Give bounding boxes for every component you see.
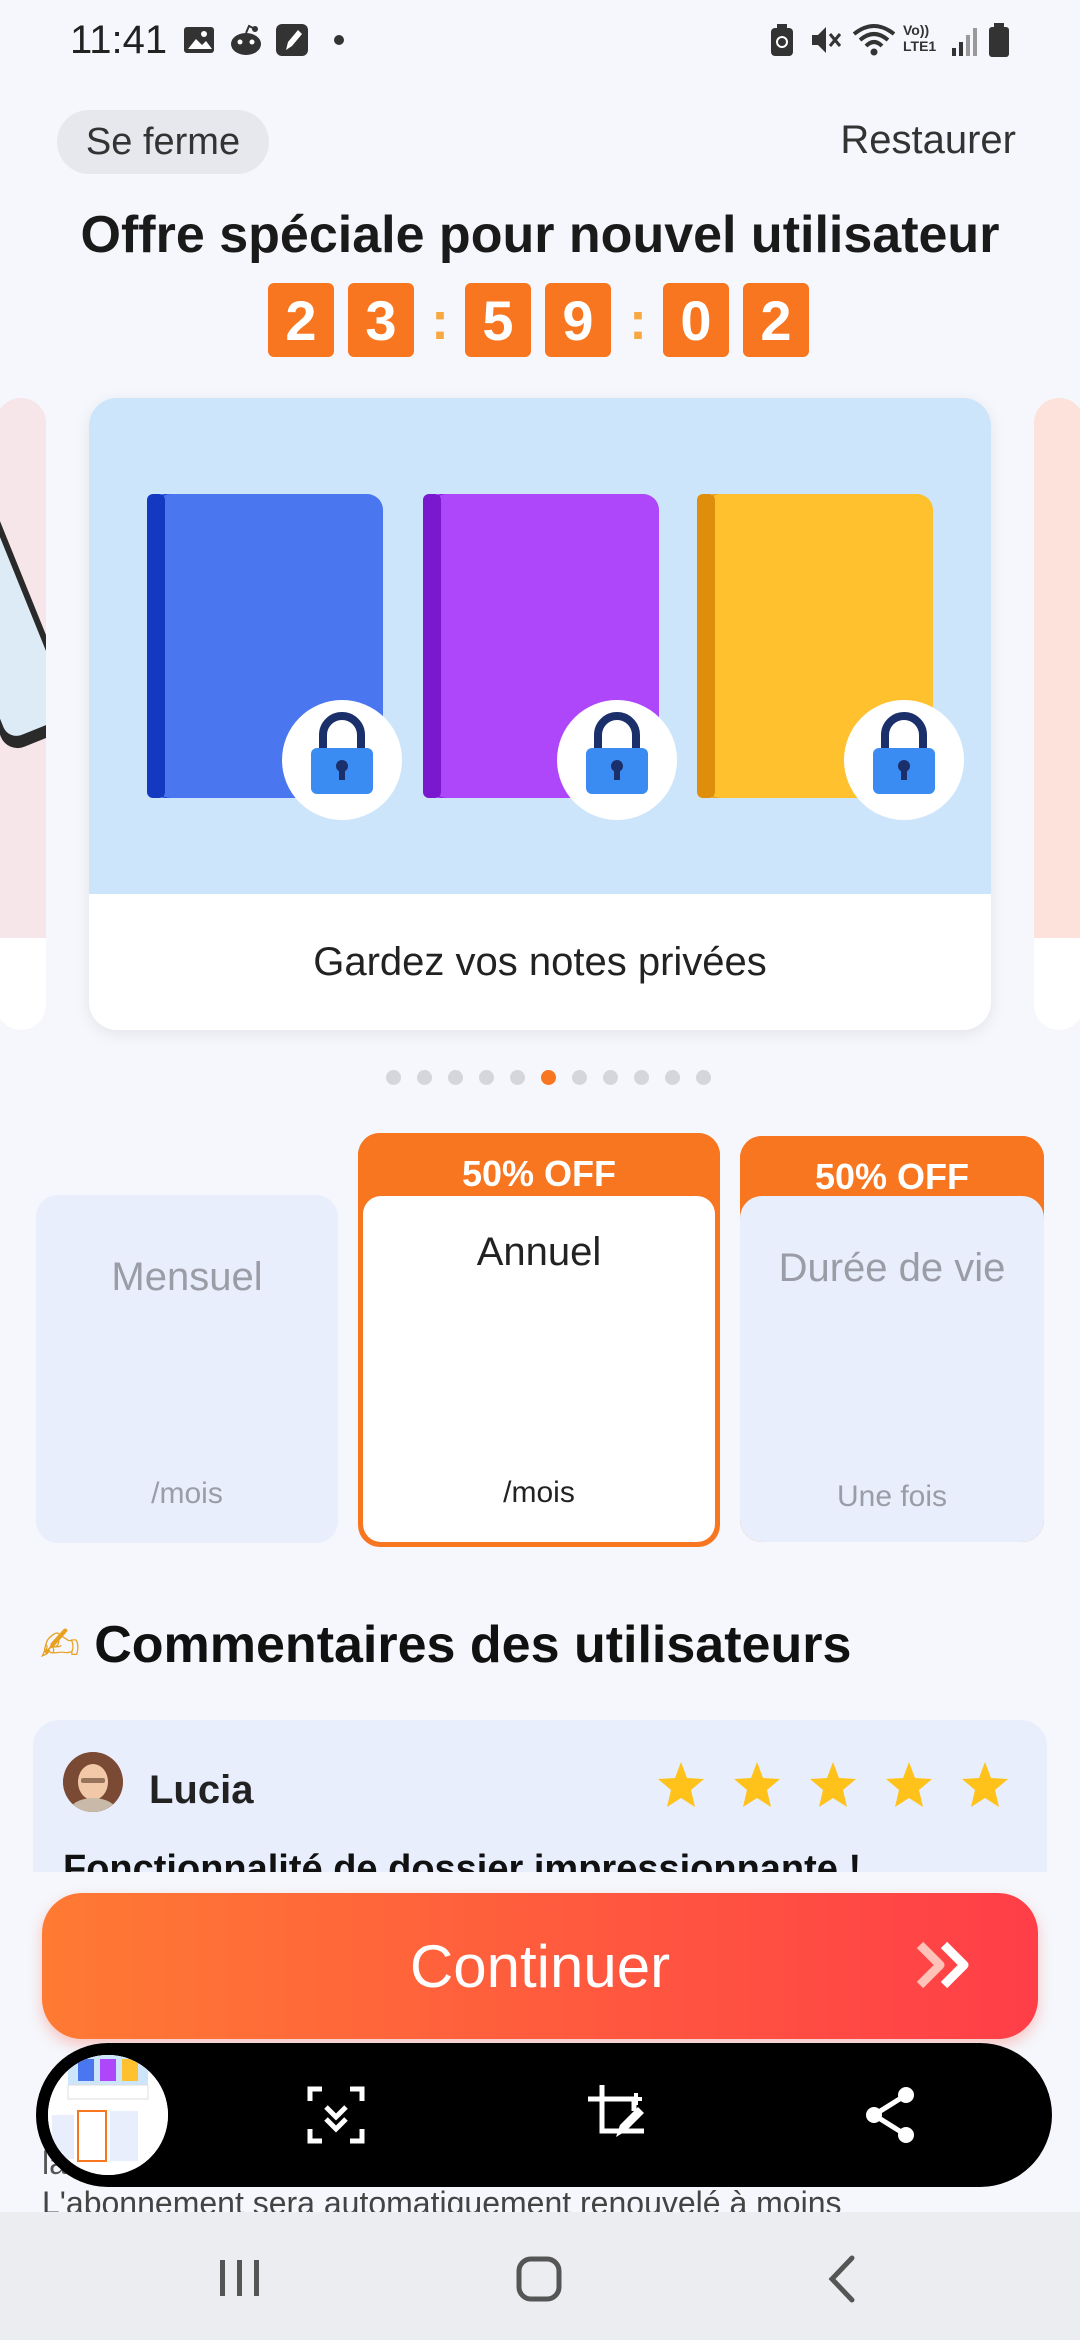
locked-notebooks-illustration (89, 398, 991, 894)
battery-icon (989, 23, 1009, 57)
battery-saver-icon (771, 24, 793, 56)
offer-title: Offre spéciale pour nouvel utilisateur (80, 206, 1000, 264)
carousel-card[interactable]: Gardez vos notes privées (89, 398, 991, 1030)
note-icon (276, 24, 308, 56)
lock-icon (844, 700, 964, 820)
plan-period: Une fois (836, 1480, 948, 1513)
crop-edit-icon[interactable] (586, 2083, 650, 2147)
plan-lifetime[interactable]: 50% OFF Durée de vie Une fois (740, 1136, 1044, 1542)
countdown-colon: : (629, 291, 647, 351)
star-icon (886, 1762, 932, 1807)
discount-badge: 50% OFF (358, 1133, 720, 1203)
countdown-digit: 2 (743, 283, 809, 357)
writing-hand-icon: ✍ (40, 1619, 81, 1672)
plan-name: Annuel (476, 1230, 602, 1274)
pagination-dot[interactable] (603, 1070, 618, 1085)
plan-monthly[interactable]: Mensuel /mois (36, 1195, 338, 1543)
star-icon (810, 1762, 856, 1807)
pagination-dot[interactable] (696, 1070, 711, 1085)
screenshot-thumbnail[interactable] (44, 2051, 172, 2179)
continue-label: Continuer (409, 1932, 671, 2000)
reviewer-name: Lucia (149, 1768, 254, 1812)
back-icon[interactable] (822, 2254, 862, 2304)
star-icon (734, 1762, 780, 1807)
pagination-dot[interactable] (665, 1070, 680, 1085)
plan-period: /mois (503, 1476, 575, 1509)
dot-icon (334, 35, 344, 45)
close-button[interactable]: Se ferme (57, 110, 269, 174)
share-icon[interactable] (858, 2083, 922, 2147)
reddit-icon (231, 24, 261, 55)
restore-link[interactable]: Restaurer (840, 118, 1016, 163)
navigation-bar (0, 2212, 1080, 2340)
plan-name: Durée de vie (778, 1246, 1006, 1290)
avatar (63, 1752, 123, 1812)
review-card: Lucia Fonctionnalité de dossier impressi… (33, 1720, 1047, 1872)
star-rating (655, 1760, 1035, 1817)
status-time: 11:41 (70, 18, 168, 62)
recent-apps-icon[interactable] (212, 2256, 268, 2300)
double-chevron-right-icon (916, 1941, 969, 1989)
pagination-dot-active[interactable] (541, 1070, 556, 1085)
countdown-digit: 9 (545, 283, 611, 357)
plan-period: /mois (151, 1477, 223, 1510)
pagination-dot[interactable] (417, 1070, 432, 1085)
home-icon[interactable] (514, 2254, 564, 2304)
countdown-digit: 0 (663, 283, 729, 357)
pagination-dot[interactable] (479, 1070, 494, 1085)
plan-name: Mensuel (111, 1255, 263, 1299)
pagination-dot[interactable] (510, 1070, 525, 1085)
lock-icon (557, 700, 677, 820)
volte-icon: Vo)) LTE1 (903, 22, 937, 54)
countdown-digit: 2 (268, 283, 334, 357)
wifi-icon (852, 24, 896, 56)
carousel-prev-card[interactable] (0, 398, 46, 1030)
image-icon (184, 27, 214, 53)
reviews-title: Commentaires des utilisateurs (94, 1616, 852, 1674)
reviews-heading: ✍ Commentaires des utilisateurs (40, 1615, 851, 1675)
countdown-colon: : (431, 291, 449, 351)
plan-annual[interactable]: 50% OFF Annuel /mois (358, 1133, 720, 1547)
phone-illustration (0, 398, 46, 1030)
pagination-dot[interactable] (448, 1070, 463, 1085)
countdown-digit: 3 (348, 283, 414, 357)
pagination-dot[interactable] (386, 1070, 401, 1085)
continue-button[interactable]: Continuer (42, 1893, 1038, 2039)
scroll-capture-icon[interactable] (304, 2083, 368, 2147)
star-icon (658, 1762, 704, 1807)
signal-icon (952, 28, 977, 56)
carousel-next-card[interactable] (1034, 398, 1080, 1030)
screenshot-toolbar (36, 2043, 1052, 2187)
lock-icon (282, 700, 402, 820)
pagination-dot[interactable] (634, 1070, 649, 1085)
mute-icon (812, 27, 842, 53)
carousel-caption: Gardez vos notes privées (313, 939, 767, 984)
pagination-dot[interactable] (572, 1070, 587, 1085)
review-title: Fonctionnalité de dossier impressionnant… (63, 1848, 862, 1872)
countdown-digit: 5 (465, 283, 531, 357)
star-icon (962, 1762, 1008, 1807)
